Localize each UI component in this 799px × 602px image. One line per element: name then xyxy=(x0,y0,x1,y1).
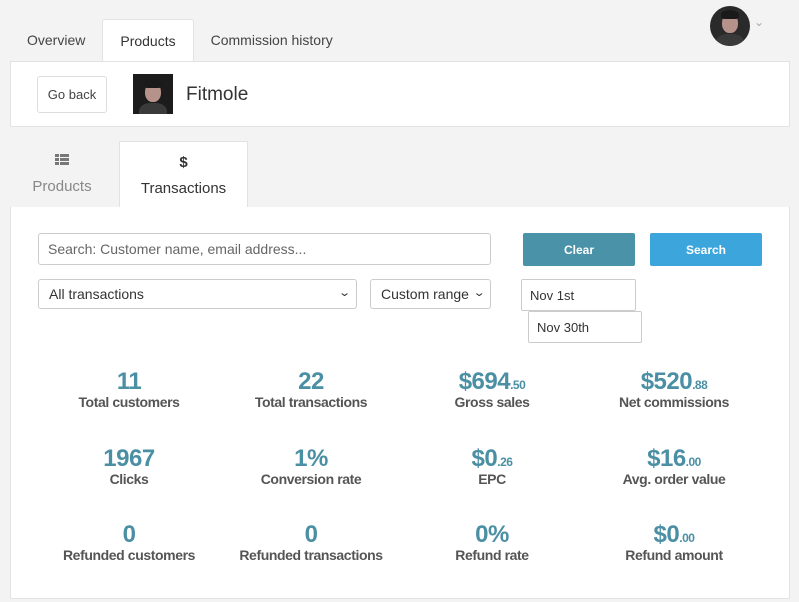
subtab-products[interactable]: Products xyxy=(0,141,124,207)
date-start-field[interactable]: Nov 1st xyxy=(521,279,636,311)
stat-label: Total transactions xyxy=(254,394,368,410)
stat-label: Refund amount xyxy=(625,547,723,563)
stat-clicks: 1967 Clicks xyxy=(39,445,219,487)
header-panel: Go back Fitmole xyxy=(10,61,790,127)
stat-value: $520.88 xyxy=(640,368,708,395)
stat-value: $16.00 xyxy=(647,445,701,472)
stat-epc: $0.26 EPC xyxy=(402,445,582,487)
stat-label: EPC xyxy=(478,471,506,487)
stat-label: Conversion rate xyxy=(260,471,362,487)
stat-value: 1967 xyxy=(103,445,155,472)
stat-value: 11 xyxy=(116,368,142,395)
transaction-type-select[interactable]: All transactions ⌄ xyxy=(38,279,357,309)
stat-refunded-customers: 0 Refunded customers xyxy=(39,521,219,563)
brand-logo xyxy=(133,74,173,114)
tab-commission-history[interactable]: Commission history xyxy=(194,19,350,61)
range-select[interactable]: Custom range ⌄ xyxy=(370,279,491,309)
stat-label: Clicks xyxy=(109,471,149,487)
chevron-down-icon: ⌄ xyxy=(337,287,351,299)
search-button[interactable]: Search xyxy=(650,233,762,266)
stat-refunded-transactions: 0 Refunded transactions xyxy=(221,521,401,563)
chevron-down-icon: ⌄ xyxy=(468,286,486,299)
search-input[interactable] xyxy=(38,233,491,265)
stat-gross-sales: $694.50 Gross sales xyxy=(402,368,582,410)
stat-label: Avg. order value xyxy=(622,471,726,487)
user-menu[interactable]: ⌄ xyxy=(710,6,764,46)
subtab-products-label: Products xyxy=(32,177,92,195)
go-back-button[interactable]: Go back xyxy=(37,76,107,113)
stat-value: 0 xyxy=(304,521,318,548)
stat-refund-amount: $0.00 Refund amount xyxy=(584,521,764,563)
stat-label: Refunded transactions xyxy=(239,547,383,563)
stat-label: Total customers xyxy=(78,394,180,410)
stat-label: Gross sales xyxy=(454,394,530,410)
avatar xyxy=(710,6,750,46)
stat-label: Refund rate xyxy=(455,547,529,563)
stat-value: 0% xyxy=(475,521,509,548)
stat-net-commissions: $520.88 Net commissions xyxy=(584,368,764,410)
transaction-type-value: All transactions xyxy=(49,286,144,302)
subtab-transactions[interactable]: $ Transactions xyxy=(119,141,248,208)
stat-value: $0.26 xyxy=(471,445,513,472)
stat-value: 1% xyxy=(294,445,328,472)
tab-overview[interactable]: Overview xyxy=(10,19,102,61)
chevron-down-icon: ⌄ xyxy=(754,15,765,29)
stat-total-transactions: 22 Total transactions xyxy=(221,368,401,410)
top-tabs: Overview Products Commission history xyxy=(10,19,350,62)
grid-icon xyxy=(55,153,69,166)
stat-value: $0.00 xyxy=(653,521,695,548)
subtab-transactions-label: Transactions xyxy=(140,179,227,197)
stat-value: 0 xyxy=(122,521,136,548)
stat-total-customers: 11 Total customers xyxy=(39,368,219,410)
stat-value: 22 xyxy=(298,368,324,395)
brand-name: Fitmole xyxy=(186,84,249,105)
stat-value: $694.50 xyxy=(458,368,526,395)
range-value: Custom range xyxy=(381,286,469,302)
date-end-field[interactable]: Nov 30th xyxy=(528,311,642,343)
stat-conversion-rate: 1% Conversion rate xyxy=(221,445,401,487)
clear-button[interactable]: Clear xyxy=(523,233,635,266)
stat-refund-rate: 0% Refund rate xyxy=(402,521,582,563)
transactions-panel: Clear Search All transactions ⌄ Custom r… xyxy=(10,207,790,599)
tab-products[interactable]: Products xyxy=(102,19,194,62)
stat-avg-order-value: $16.00 Avg. order value xyxy=(584,445,764,487)
stat-label: Refunded customers xyxy=(62,547,196,563)
stat-label: Net commissions xyxy=(619,394,729,410)
dollar-icon: $ xyxy=(179,153,188,171)
